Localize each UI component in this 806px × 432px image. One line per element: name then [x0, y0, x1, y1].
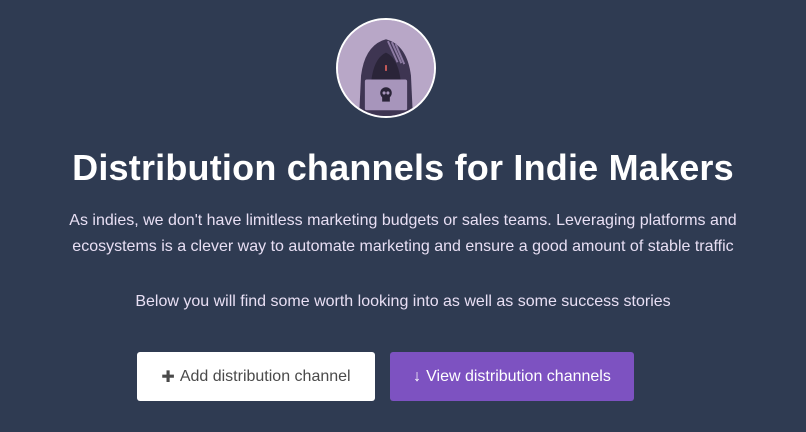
hero-section: Distribution channels for Indie Makers A…: [0, 0, 806, 432]
description-line-2: ecosystems is a clever way to automate m…: [72, 238, 734, 255]
page-title: Distribution channels for Indie Makers: [72, 147, 734, 188]
page-note: Below you will find some worth looking i…: [135, 293, 671, 310]
description-line-1: As indies, we don't have limitless marke…: [69, 212, 737, 229]
page-description: As indies, we don't have limitless marke…: [0, 208, 806, 260]
arrow-down-icon: ↓: [413, 367, 422, 385]
view-distribution-channels-button[interactable]: ↓ View distribution channels: [390, 352, 634, 401]
hacker-avatar-icon: [336, 18, 436, 118]
view-distribution-channels-label: View distribution channels: [426, 367, 611, 385]
add-distribution-channel-label: Add distribution channel: [179, 367, 351, 385]
plus-icon: ✚: [161, 368, 175, 386]
add-distribution-channel-button[interactable]: ✚ Add distribution channel: [137, 352, 375, 401]
